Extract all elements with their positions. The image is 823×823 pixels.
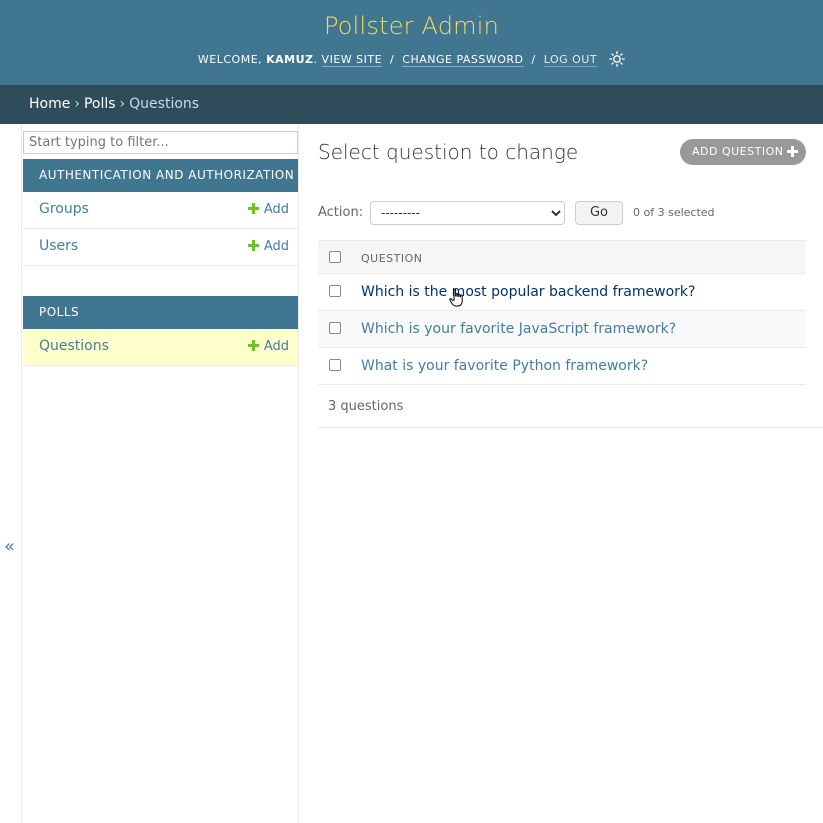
sidebar-item-label[interactable]: Groups — [39, 201, 89, 217]
table-row: Which is your favorite JavaScript framew… — [318, 311, 806, 348]
go-button[interactable]: Go — [575, 201, 623, 225]
breadcrumb-separator: › — [119, 96, 126, 112]
sun-icon[interactable] — [609, 51, 625, 67]
add-question-link[interactable]: Add — [247, 339, 289, 354]
sidebar-item-label[interactable]: Questions — [39, 338, 109, 354]
change-password-link[interactable]: CHANGE PASSWORD — [402, 53, 524, 67]
site-title[interactable]: Pollster Admin — [0, 12, 823, 40]
site-header: Pollster Admin WELCOME, KAMUZ. VIEW SITE… — [0, 0, 823, 85]
breadcrumb-home[interactable]: Home — [29, 96, 70, 112]
row-checkbox[interactable] — [329, 359, 341, 371]
plus-icon — [247, 240, 259, 251]
row-checkbox[interactable] — [329, 285, 341, 297]
question-link[interactable]: Which is the most popular backend framew… — [361, 284, 695, 300]
add-question-button[interactable]: ADD QUESTION — [680, 139, 806, 165]
app-caption-polls[interactable]: POLLS — [23, 296, 298, 329]
question-link[interactable]: Which is your favorite JavaScript framew… — [361, 321, 676, 337]
welcome-text: WELCOME, — [197, 53, 263, 66]
breadcrumb: Home › Polls › Questions — [0, 85, 823, 124]
add-user-link[interactable]: Add — [247, 239, 289, 254]
sidebar-item-users: Users Add — [23, 229, 298, 266]
username: KAMUZ — [266, 53, 314, 66]
log-out-link[interactable]: LOG OUT — [543, 53, 598, 67]
breadcrumb-current: Questions — [129, 96, 200, 112]
breadcrumb-separator: › — [74, 96, 80, 112]
user-tools: WELCOME, KAMUZ. VIEW SITE / CHANGE PASSW… — [0, 51, 823, 68]
paginator: 3 questions — [318, 384, 823, 428]
page-title: Select question to change — [318, 140, 579, 164]
app-caption-auth[interactable]: AUTHENTICATION AND AUTHORIZATION — [23, 159, 298, 192]
selected-count: 0 of 3 selected — [633, 206, 715, 219]
sidebar-item-label[interactable]: Users — [39, 238, 78, 254]
sidebar-collapse-toggle[interactable]: « — [4, 536, 15, 557]
row-checkbox[interactable] — [329, 322, 341, 334]
column-header-question[interactable]: QUESTION — [361, 252, 423, 265]
add-group-link[interactable]: Add — [247, 202, 289, 217]
add-question-label: ADD QUESTION — [692, 145, 784, 158]
view-site-link[interactable]: VIEW SITE — [321, 53, 383, 67]
action-select[interactable]: --------- — [370, 201, 565, 225]
table-row: What is your favorite Python framework? — [318, 348, 806, 385]
select-all-checkbox[interactable] — [329, 251, 341, 263]
plus-icon — [247, 203, 259, 214]
question-link[interactable]: What is your favorite Python framework? — [361, 358, 648, 374]
separator: / — [390, 53, 395, 66]
separator: / — [531, 53, 536, 66]
result-count: 3 questions — [328, 399, 404, 414]
plus-icon — [247, 340, 259, 351]
plus-icon — [787, 146, 798, 157]
sidebar-item-questions: Questions Add — [23, 329, 298, 366]
hand-pointer-icon — [447, 288, 467, 308]
breadcrumb-polls[interactable]: Polls — [84, 96, 116, 112]
nav-filter-input[interactable] — [23, 131, 298, 154]
nav-sidebar: AUTHENTICATION AND AUTHORIZATION Groups … — [21, 124, 299, 823]
table-header: QUESTION — [318, 240, 806, 274]
results-table: QUESTION Which is the most popular backe… — [318, 240, 806, 385]
sidebar-item-groups: Groups Add — [23, 192, 298, 229]
action-label: Action: — [318, 205, 364, 220]
table-row: Which is the most popular backend framew… — [318, 274, 806, 311]
